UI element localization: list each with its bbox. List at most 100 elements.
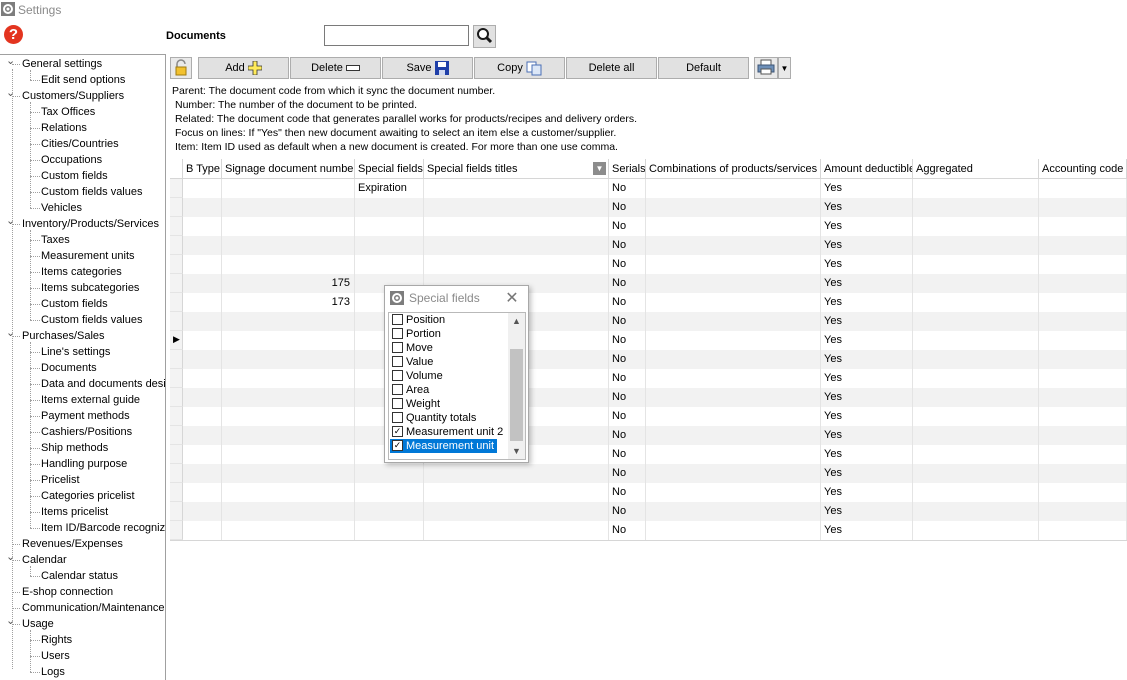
copy-button[interactable]: Copy [474,57,565,79]
grid-cell[interactable] [913,217,1039,236]
column-header[interactable]: Accounting code [1039,159,1127,179]
grid-cell[interactable] [646,407,821,426]
tree-item[interactable]: Measurement units [0,248,165,264]
tree-item[interactable]: Communication/Maintenance [0,600,165,616]
row-selector[interactable] [170,255,183,274]
grid-cell[interactable]: No [609,521,646,540]
grid-cell[interactable] [1039,179,1127,198]
grid-cell[interactable] [355,217,424,236]
grid-cell[interactable] [424,217,609,236]
checkbox[interactable] [392,314,403,325]
column-header[interactable]: Special fields titles ▼ [424,159,609,179]
help-icon[interactable]: ? [4,25,23,44]
lock-button[interactable] [170,57,192,79]
chevron-down-icon[interactable]: ⌄ [6,325,16,341]
tree-item[interactable]: Calendar status [0,568,165,584]
grid-cell[interactable] [222,407,355,426]
column-header[interactable]: Amount deductible [821,159,913,179]
grid-cell[interactable]: Yes [821,217,913,236]
grid-cell[interactable] [646,236,821,255]
tree-item[interactable]: Items external guide [0,392,165,408]
grid-cell[interactable] [646,312,821,331]
grid-cell[interactable]: No [609,293,646,312]
grid-cell[interactable] [646,445,821,464]
grid-cell[interactable] [1039,198,1127,217]
grid-cell[interactable] [183,255,222,274]
grid-cell[interactable] [424,179,609,198]
row-selector[interactable]: ▶ [170,331,183,350]
row-selector[interactable] [170,502,183,521]
grid-cell[interactable] [913,198,1039,217]
chevron-down-icon[interactable]: ⌄ [6,213,16,229]
grid-cell[interactable] [183,483,222,502]
grid-cell[interactable] [1039,502,1127,521]
grid-cell[interactable] [355,236,424,255]
row-selector[interactable] [170,464,183,483]
grid-cell[interactable] [646,521,821,540]
grid-cell[interactable] [222,464,355,483]
tree-item[interactable]: Relations [0,120,165,136]
grid-cell[interactable]: Yes [821,274,913,293]
tree-item[interactable]: Custom fields values [0,184,165,200]
grid-cell[interactable] [222,312,355,331]
tree-item[interactable]: Occupations [0,152,165,168]
grid-cell[interactable]: Yes [821,521,913,540]
tree-item[interactable]: Taxes [0,232,165,248]
special-fields-list[interactable]: ✓ Measurement unit 3 ✓ Measurement unit 2 Qu… [388,312,526,460]
grid-cell[interactable] [1039,312,1127,331]
grid-cell[interactable]: Yes [821,179,913,198]
grid-cell[interactable]: Expiration [355,179,424,198]
grid-cell[interactable] [913,255,1039,274]
row-selector[interactable] [170,312,183,331]
grid-cell[interactable] [183,274,222,293]
search-button[interactable] [473,25,496,48]
grid-cell[interactable] [646,426,821,445]
grid-cell[interactable] [913,350,1039,369]
grid-cell[interactable] [1039,293,1127,312]
grid-cell[interactable] [424,236,609,255]
popup-scrollbar[interactable]: ▲ ▼ [508,313,525,459]
grid-cell[interactable] [183,426,222,445]
checkbox[interactable] [392,356,403,367]
tree-item[interactable]: ⌄ Inventory/Products/Services [0,213,165,232]
grid-cell[interactable] [1039,217,1127,236]
grid-cell[interactable] [1039,274,1127,293]
grid-cell[interactable]: Yes [821,312,913,331]
tree-item[interactable]: Edit send options [0,72,165,88]
checkbox[interactable] [392,398,403,409]
grid-cell[interactable] [183,502,222,521]
grid-cell[interactable] [646,350,821,369]
grid-cell[interactable]: Yes [821,350,913,369]
special-fields-popup[interactable]: Special fields ✕ ✓ Measurement unit 3 ✓ Mea… [384,285,529,463]
grid-cell[interactable]: No [609,198,646,217]
checkbox[interactable] [392,328,403,339]
grid-cell[interactable] [1039,255,1127,274]
grid-cell[interactable] [913,464,1039,483]
grid-cell[interactable] [424,255,609,274]
chevron-down-icon[interactable]: ⌄ [6,549,16,565]
grid-cell[interactable]: Yes [821,255,913,274]
grid-cell[interactable] [355,521,424,540]
row-selector[interactable] [170,198,183,217]
delete-all-button[interactable]: Delete all [566,57,657,79]
checkbox[interactable] [392,384,403,395]
tree-item[interactable]: Items pricelist [0,504,165,520]
grid-cell[interactable] [913,407,1039,426]
grid-cell[interactable] [183,179,222,198]
grid-cell[interactable]: No [609,274,646,293]
grid-cell[interactable] [913,179,1039,198]
grid-cell[interactable] [183,331,222,350]
special-field-option[interactable]: ✓ Measurement unit 3 [390,439,503,453]
grid-cell[interactable] [1039,388,1127,407]
tree-item[interactable]: ⌄ Customers/Suppliers [0,87,165,104]
row-selector[interactable] [170,407,183,426]
tree-item[interactable]: Items categories [0,264,165,280]
tree-item[interactable]: ⌄ Usage [0,615,165,632]
tree-item[interactable]: Custom fields values [0,312,165,328]
tree-item[interactable]: Cashiers/Positions [0,424,165,440]
tree-item[interactable]: ⌄ Purchases/Sales [0,325,165,344]
tree-item[interactable]: Handling purpose [0,456,165,472]
print-dropdown-button[interactable]: ▼ [778,57,791,79]
grid-cell[interactable] [424,464,609,483]
grid-cell[interactable]: Yes [821,293,913,312]
